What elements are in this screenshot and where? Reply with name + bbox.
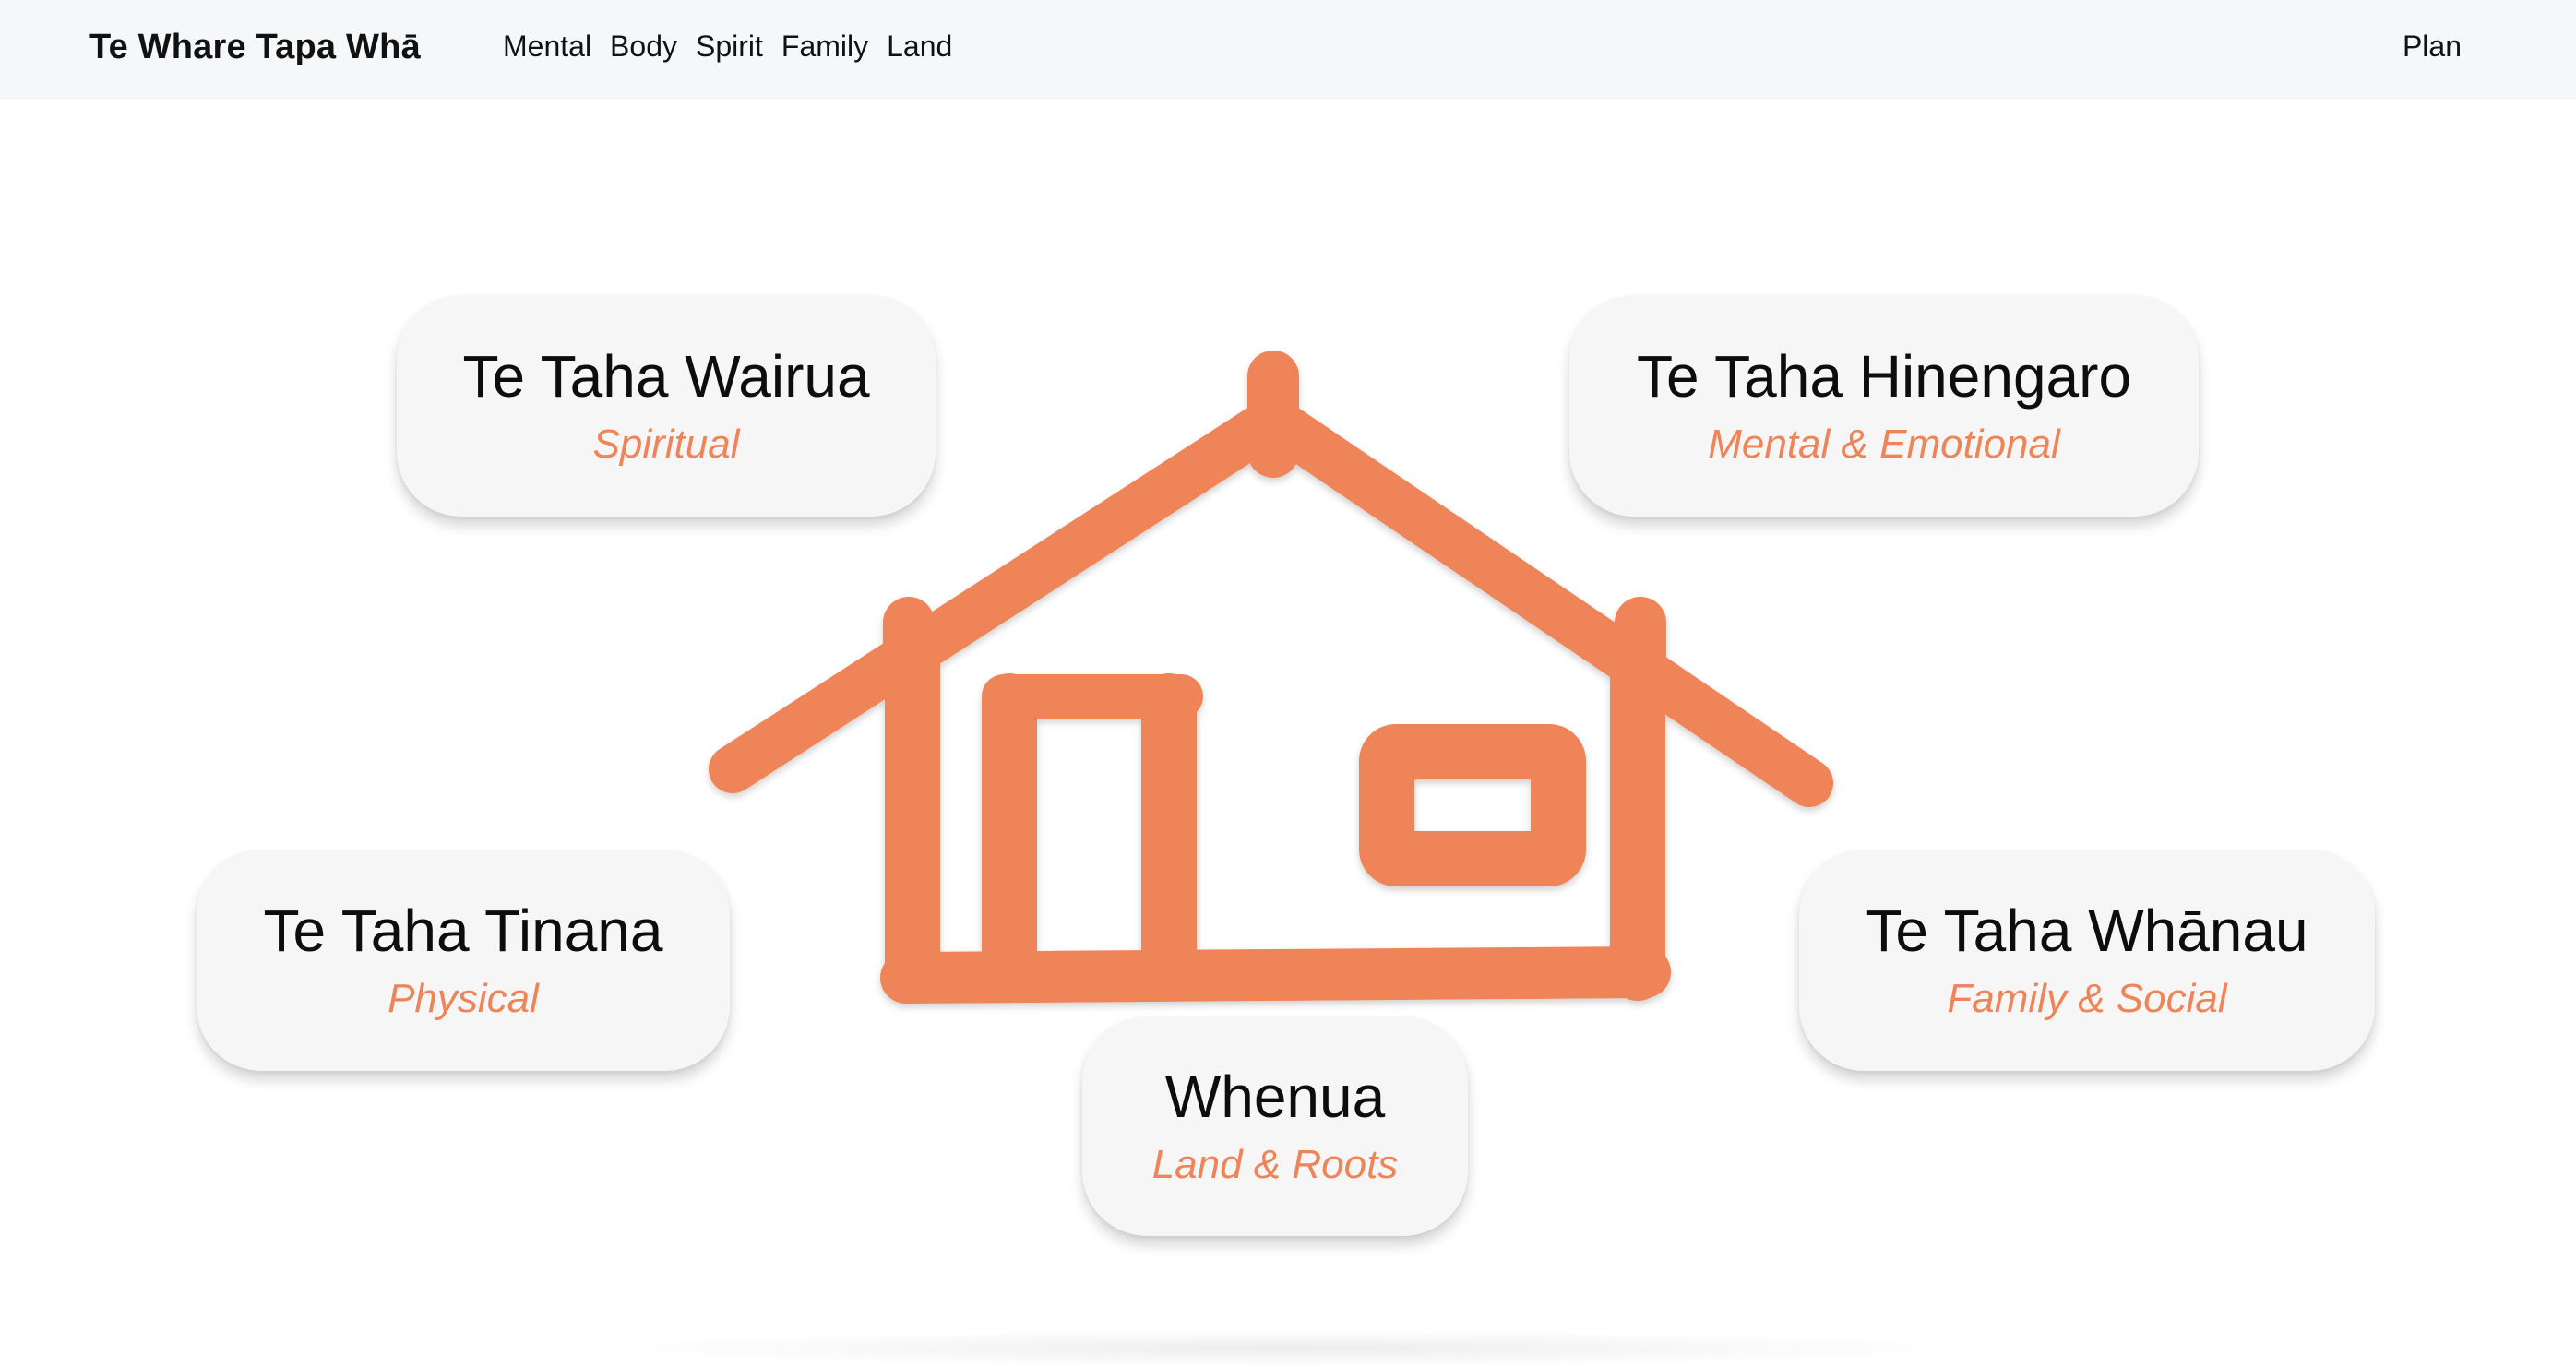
- card-subtitle: Family & Social: [1947, 976, 2227, 1022]
- card-subtitle: Spiritual: [592, 422, 740, 468]
- nav-link-body[interactable]: Body: [610, 30, 677, 64]
- nav-link-plan[interactable]: Plan: [2403, 30, 2462, 64]
- card-title: Te Taha Hinengaro: [1636, 342, 2132, 410]
- card-tinana[interactable]: Te Taha Tinana Physical: [197, 850, 730, 1071]
- bottom-fade: [590, 1330, 1984, 1367]
- card-subtitle: Physical: [388, 976, 539, 1022]
- card-whenua[interactable]: Whenua Land & Roots: [1082, 1016, 1468, 1236]
- nav-link-mental[interactable]: Mental: [503, 30, 591, 64]
- brand-title[interactable]: Te Whare Tapa Whā: [89, 28, 421, 67]
- card-wairua[interactable]: Te Taha Wairua Spiritual: [397, 295, 936, 517]
- card-title: Te Taha Wairua: [462, 342, 870, 410]
- window-frame: [1359, 724, 1586, 886]
- card-subtitle: Mental & Emotional: [1708, 422, 2060, 468]
- card-title: Te Taha Tinana: [263, 897, 663, 964]
- nav-link-family[interactable]: Family: [781, 30, 868, 64]
- nav-links: Mental Body Spirit Family Land: [503, 30, 952, 64]
- nav-link-land[interactable]: Land: [887, 30, 952, 64]
- top-navbar: Te Whare Tapa Whā Mental Body Spirit Fam…: [0, 0, 2576, 99]
- card-title: Te Taha Whānau: [1866, 897, 2308, 964]
- card-subtitle: Land & Roots: [1151, 1142, 1399, 1188]
- nav-link-spirit[interactable]: Spirit: [696, 30, 763, 64]
- card-title: Whenua: [1164, 1063, 1386, 1130]
- card-whanau[interactable]: Te Taha Whānau Family & Social: [1799, 850, 2375, 1071]
- card-hinengaro[interactable]: Te Taha Hinengaro Mental & Emotional: [1569, 295, 2199, 517]
- main-stage: Te Taha Wairua Spiritual Te Taha Hinenga…: [0, 98, 2576, 1367]
